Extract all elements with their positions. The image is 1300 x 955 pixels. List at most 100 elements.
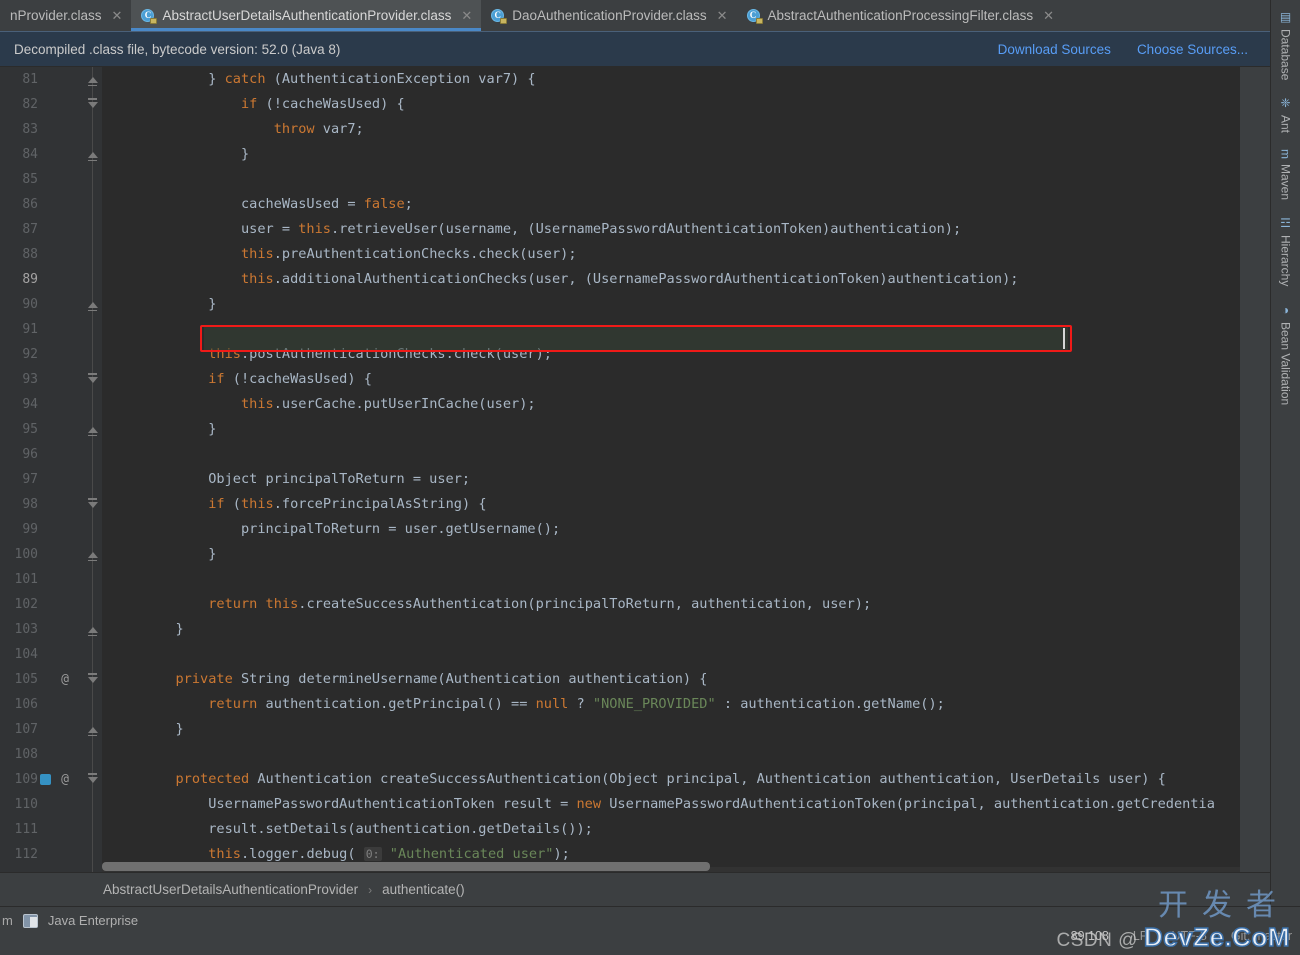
tab-label: AbstractUserDetailsAuthenticationProvide… bbox=[162, 8, 452, 23]
fold-end-icon[interactable] bbox=[85, 67, 100, 92]
tool-button-hierarchy[interactable]: ☲ Hierarchy bbox=[1279, 210, 1293, 296]
java-class-icon: C bbox=[491, 8, 508, 24]
line-number: 90 bbox=[22, 297, 38, 312]
line-number: 100 bbox=[14, 547, 38, 562]
fold-end-icon[interactable] bbox=[85, 142, 100, 167]
code-line[interactable]: 94 this.userCache.putUserInCache(user); bbox=[0, 392, 1240, 417]
code-text: } bbox=[110, 621, 184, 637]
code-text: if (this.forcePrincipalAsString) { bbox=[208, 496, 487, 512]
tool-button-label: Bean Validation bbox=[1278, 321, 1293, 405]
fold-end-icon[interactable] bbox=[85, 417, 100, 442]
editor-tab-3[interactable]: C AbstractAuthenticationProcessingFilter… bbox=[736, 0, 1064, 31]
code-text: protected Authentication createSuccessAu… bbox=[175, 771, 1166, 787]
code-line[interactable]: 99 principalToReturn = user.getUsername(… bbox=[0, 517, 1240, 542]
choose-sources-link[interactable]: Choose Sources... bbox=[1137, 42, 1248, 57]
code-text: if (!cacheWasUsed) { bbox=[240, 96, 405, 112]
code-line[interactable]: 93 if (!cacheWasUsed) { bbox=[0, 367, 1240, 392]
line-number: 82 bbox=[22, 97, 38, 112]
editor-tab-0[interactable]: nProvider.class ✕ bbox=[0, 0, 132, 31]
code-line[interactable]: 85 bbox=[0, 167, 1240, 192]
code-line[interactable]: 84 } bbox=[0, 142, 1240, 167]
code-line[interactable]: 106 return authentication.getPrincipal()… bbox=[0, 692, 1240, 717]
fold-collapse-icon[interactable] bbox=[85, 767, 100, 792]
code-editor[interactable]: 81 } catch (AuthenticationException var7… bbox=[0, 67, 1240, 872]
code-line[interactable]: 95 } bbox=[0, 417, 1240, 442]
code-line[interactable]: 82 if (!cacheWasUsed) { bbox=[0, 92, 1240, 117]
download-sources-link[interactable]: Download Sources bbox=[998, 42, 1111, 57]
horizontal-scrollbar-thumb[interactable] bbox=[102, 862, 710, 871]
fold-collapse-icon[interactable] bbox=[85, 92, 100, 117]
code-text: if (!cacheWasUsed) { bbox=[208, 371, 372, 387]
bean-gutter-icon[interactable] bbox=[38, 767, 52, 792]
code-line[interactable]: 97 Object principalToReturn = user; bbox=[0, 467, 1240, 492]
tool-button-bean-validation[interactable]: ◑ Bean Validation bbox=[1279, 297, 1293, 415]
code-line[interactable]: 81 } catch (AuthenticationException var7… bbox=[0, 67, 1240, 92]
code-line[interactable]: 105 @ private String determineUsername(Au… bbox=[0, 667, 1240, 692]
code-line[interactable]: 90 } bbox=[0, 292, 1240, 317]
breadcrumb-method[interactable]: authenticate() bbox=[382, 882, 465, 897]
close-icon[interactable]: ✕ bbox=[717, 9, 728, 22]
code-line[interactable]: 96 bbox=[0, 442, 1240, 467]
line-number: 94 bbox=[22, 397, 38, 412]
code-line[interactable]: 89 this.additionalAuthenticationChecks(u… bbox=[0, 267, 1240, 292]
code-line[interactable]: 98 if (this.forcePrincipalAsString) { bbox=[0, 492, 1240, 517]
vcs-branch[interactable]: Git: master bbox=[1231, 929, 1292, 943]
override-annotation-gutter-icon[interactable]: @ bbox=[58, 767, 72, 792]
fold-end-icon[interactable] bbox=[85, 292, 100, 317]
fold-collapse-icon[interactable] bbox=[85, 367, 100, 392]
tool-button-ant[interactable]: ❈ Ant bbox=[1279, 90, 1293, 143]
code-line[interactable]: 104 bbox=[0, 642, 1240, 667]
code-line[interactable]: 86 cacheWasUsed = false; bbox=[0, 192, 1240, 217]
line-89-selection bbox=[204, 327, 1068, 350]
code-text: this.preAuthenticationChecks.check(user)… bbox=[240, 246, 577, 262]
code-line[interactable]: 88 this.preAuthenticationChecks.check(us… bbox=[0, 242, 1240, 267]
breadcrumb-class[interactable]: AbstractUserDetailsAuthenticationProvide… bbox=[103, 882, 358, 897]
close-icon[interactable]: ✕ bbox=[112, 9, 123, 22]
fold-end-icon[interactable] bbox=[85, 542, 100, 567]
code-line[interactable]: 83 throw var7; bbox=[0, 117, 1240, 142]
line-separator[interactable]: LF bbox=[1133, 929, 1148, 943]
fold-collapse-icon[interactable] bbox=[85, 492, 100, 517]
tab-label: DaoAuthenticationProvider.class bbox=[512, 8, 707, 23]
fold-end-icon[interactable] bbox=[85, 717, 100, 742]
facet-label[interactable]: Java Enterprise bbox=[48, 913, 138, 928]
close-icon[interactable]: ✕ bbox=[461, 9, 472, 22]
code-line[interactable]: 101 bbox=[0, 567, 1240, 592]
editor-tab-1[interactable]: C AbstractUserDetailsAuthenticationProvi… bbox=[131, 0, 482, 31]
notification-message: Decompiled .class file, bytecode version… bbox=[14, 41, 341, 57]
code-line[interactable]: 87 user = this.retrieveUser(username, (U… bbox=[0, 217, 1240, 242]
editor-tab-2[interactable]: C DaoAuthenticationProvider.class ✕ bbox=[481, 0, 737, 31]
database-icon: ▤ bbox=[1278, 10, 1293, 24]
code-text: } catch (AuthenticationException var7) { bbox=[110, 71, 536, 87]
code-line[interactable]: 103 } bbox=[0, 617, 1240, 642]
maven-icon: m bbox=[1278, 149, 1293, 160]
code-line[interactable]: 111 result.setDetails(authentication.get… bbox=[0, 817, 1240, 842]
horizontal-scrollbar[interactable] bbox=[102, 862, 1232, 871]
tool-button-maven[interactable]: m Maven bbox=[1279, 143, 1293, 210]
java-class-icon: C bbox=[746, 8, 763, 24]
fold-end-icon[interactable] bbox=[85, 617, 100, 642]
code-line[interactable]: 108 bbox=[0, 742, 1240, 767]
code-line[interactable]: 102 return this.createSuccessAuthenticat… bbox=[0, 592, 1240, 617]
decompiled-notification-bar: Decompiled .class file, bytecode version… bbox=[0, 31, 1270, 67]
fold-collapse-icon[interactable] bbox=[85, 667, 100, 692]
tool-button-database[interactable]: ▤ Database bbox=[1279, 4, 1293, 90]
status-bar-right: 89:108 LF UTF-8 Git: master bbox=[1071, 929, 1292, 943]
override-annotation-gutter-icon[interactable]: @ bbox=[58, 667, 72, 692]
bean-validation-icon: ◑ bbox=[1278, 302, 1293, 317]
close-icon[interactable]: ✕ bbox=[1043, 9, 1054, 22]
line-number: 98 bbox=[22, 497, 38, 512]
code-line[interactable]: 109 @ protected Authentication createSucc… bbox=[0, 767, 1240, 792]
status-left-fragment: m bbox=[2, 913, 13, 928]
code-line[interactable]: 100 } bbox=[0, 542, 1240, 567]
right-tool-window-bar: ▤ Database ❈ Ant m Maven ☲ Hierarchy ◑ B… bbox=[1270, 0, 1300, 907]
file-encoding[interactable]: UTF-8 bbox=[1171, 929, 1206, 943]
code-text: cacheWasUsed = false; bbox=[110, 196, 413, 212]
code-line[interactable]: 110 UsernamePasswordAuthenticationToken … bbox=[0, 792, 1240, 817]
code-lines[interactable]: 81 } catch (AuthenticationException var7… bbox=[0, 67, 1240, 872]
status-bar: m Java Enterprise 89:108 LF UTF-8 Git: m… bbox=[0, 906, 1300, 955]
code-text: } bbox=[110, 546, 217, 562]
code-line[interactable]: 107 } bbox=[0, 717, 1240, 742]
caret-position[interactable]: 89:108 bbox=[1071, 929, 1109, 943]
line-number: 81 bbox=[22, 72, 38, 87]
